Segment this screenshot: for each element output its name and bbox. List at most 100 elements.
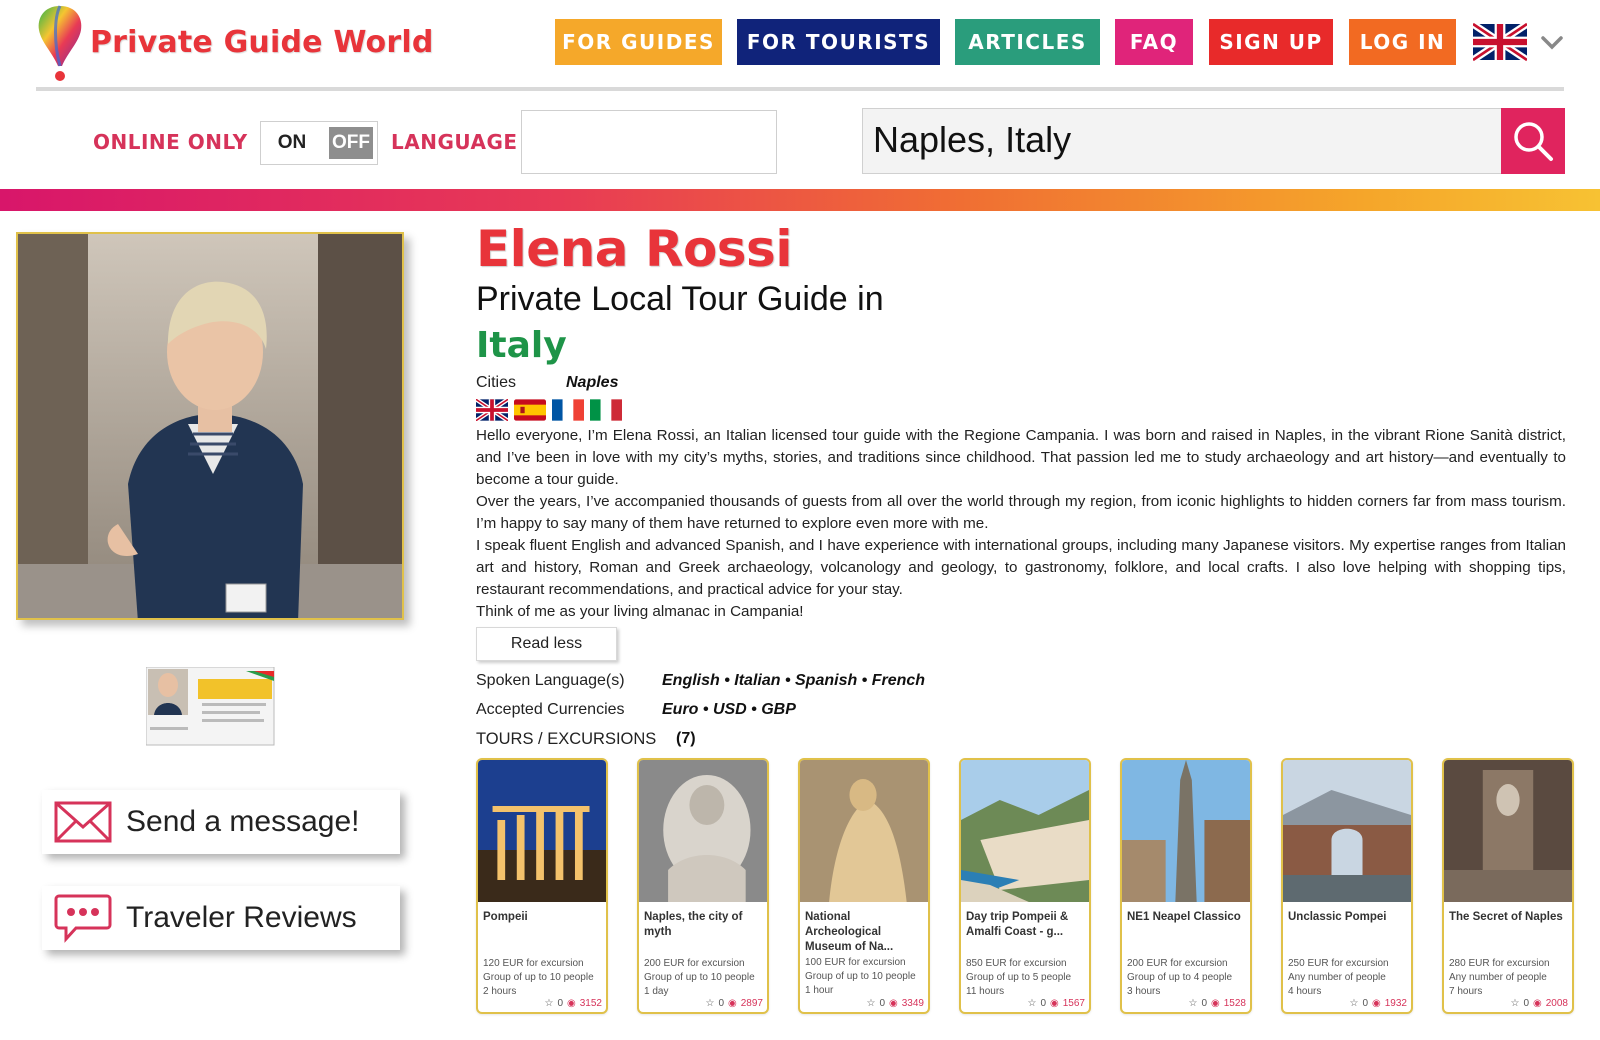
currencies-label: Accepted Currencies [476,701,625,718]
rainbow-divider [0,189,1600,211]
tour-stats: ☆ 0 ◉ 3349 [866,998,924,1009]
tour-title: Naples, the city of myth [644,911,743,938]
nav-log-in[interactable]: LOG IN [1349,19,1456,65]
eye-icon: ◉ [567,998,576,1009]
tour-details: 850 EUR for excursion Group of up to 5 p… [966,957,1089,999]
tour-title: Pompeii [483,911,528,923]
language-flags [476,399,622,421]
traveler-reviews-label: Traveler Reviews [126,901,357,934]
tour-stars: 0 [1362,998,1369,1009]
uk-flag-icon [476,399,508,421]
tour-image [1122,760,1250,902]
nav-for-tourists[interactable]: FOR TOURISTS [737,19,940,65]
languages-value: English • Italian • Spanish • French [662,672,926,689]
tour-stars: 0 [557,998,564,1009]
tour-group: Group of up to 10 people [805,971,916,982]
tour-stars: 0 [1201,998,1208,1009]
tour-card[interactable]: Pompeii 120 EUR for excursion Group of u… [476,758,608,1014]
tour-title: The Secret of Naples [1449,911,1563,923]
tour-views: 2008 [1545,998,1568,1009]
tour-card[interactable]: NE1 Neapel Classico 200 EUR for excursio… [1120,758,1252,1014]
tour-duration: 4 hours [1288,986,1322,997]
tour-group: Any number of people [1449,972,1547,983]
eye-icon: ◉ [1211,998,1220,1009]
nav-for-guides[interactable]: FOR GUIDES [555,19,722,65]
tour-stars: 0 [1523,998,1530,1009]
tour-group: Group of up to 10 people [483,972,594,983]
tour-details: 200 EUR for excursion Group of up to 4 p… [1127,957,1250,999]
tour-details: 100 EUR for excursion Group of up to 10 … [805,956,928,998]
tour-views: 3152 [579,998,602,1009]
nav-sign-up[interactable]: SIGN UP [1209,19,1333,65]
tour-card[interactable]: Day trip Pompeii & Amalfi Coast - g... 8… [959,758,1091,1014]
send-message-button[interactable]: Send a message! [42,790,400,854]
tour-duration: 1 day [644,986,669,997]
guide-portrait-image [18,234,402,618]
tour-details: 250 EUR for excursion Any number of peop… [1288,957,1411,999]
tour-title: NE1 Neapel Classico [1127,911,1241,923]
tour-views: 1528 [1223,998,1246,1009]
tour-details: 280 EUR for excursion Any number of peop… [1449,957,1572,999]
star-icon: ☆ [705,998,715,1009]
tour-card[interactable]: The Secret of Naples 280 EUR for excursi… [1442,758,1574,1014]
tour-stats: ☆ 0 ◉ 1932 [1349,998,1407,1009]
bio-paragraph: Think of me as your living almanac in Ca… [476,603,804,620]
traveler-reviews-button[interactable]: Traveler Reviews [42,886,400,950]
online-only-label: ONLINE ONLY [93,130,248,154]
tour-card[interactable]: National Archeological Museum of Na... 1… [798,758,930,1014]
license-card-image [145,666,275,746]
tour-stars: 0 [1040,998,1047,1009]
chevron-down-icon[interactable] [1540,30,1564,54]
tour-duration: 2 hours [483,986,517,997]
bio-paragraph: I speak fluent English and advanced Span… [476,537,1566,598]
chat-bubble-icon [54,894,112,943]
search-input[interactable]: Naples, Italy [862,108,1502,174]
search-filter-bar: ONLINE ONLY ON OFF LANGUAGE Naples, Ital… [0,105,1600,177]
tour-price: 200 EUR for excursion [1127,958,1228,969]
languages-label: Spoken Language(s) [476,672,625,689]
tours-count: (7) [676,730,696,747]
cities-value[interactable]: Naples [566,374,618,392]
tour-title: Day trip Pompeii & Amalfi Coast - g... [966,911,1069,938]
tour-image [639,760,767,902]
online-only-toggle[interactable]: ON OFF [260,121,378,165]
eye-icon: ◉ [889,998,898,1009]
tour-stats: ☆ 0 ◉ 2897 [705,998,763,1009]
tour-group: Any number of people [1288,972,1386,983]
send-message-label: Send a message! [126,805,360,838]
tour-price: 120 EUR for excursion [483,958,584,969]
tour-duration: 11 hours [966,986,1005,997]
tour-price: 850 EUR for excursion [966,958,1067,969]
language-label: LANGUAGE [391,130,518,154]
tour-stats: ☆ 0 ◉ 1528 [1188,998,1246,1009]
tours-label: TOURS / EXCURSIONS [476,730,657,748]
guide-country[interactable]: Italy [476,325,567,366]
tour-views: 1932 [1384,998,1407,1009]
star-icon: ☆ [866,998,876,1009]
uk-flag-icon[interactable] [1473,22,1527,62]
header-divider [36,87,1564,91]
cities-label: Cities [476,374,517,391]
tour-image [961,760,1089,902]
tour-details: 200 EUR for excursion Group of up to 10 … [644,957,767,999]
tour-stats: ☆ 0 ◉ 1567 [1027,998,1085,1009]
read-less-button[interactable]: Read less [476,627,617,661]
spain-flag-icon [514,399,546,421]
nav-faq[interactable]: FAQ [1115,19,1193,65]
tour-title: Unclassic Pompei [1288,911,1387,923]
bio-paragraph: Over the years, I’ve accompanied thousan… [476,493,1566,532]
tour-duration: 3 hours [1127,986,1161,997]
site-logo[interactable]: Private Guide World [36,4,434,84]
tour-stars: 0 [718,998,725,1009]
guide-bio: Hello everyone, I’m Elena Rossi, an Ital… [476,425,1566,623]
tour-group: Group of up to 5 people [966,972,1072,983]
tour-card[interactable]: Unclassic Pompei 250 EUR for excursion A… [1281,758,1413,1014]
tour-image [1283,760,1411,902]
bio-paragraph: Hello everyone, I’m Elena Rossi, an Ital… [476,427,1566,488]
search-button[interactable] [1501,108,1565,174]
tour-price: 100 EUR for excursion [805,957,906,968]
nav-articles[interactable]: ARTICLES [955,19,1100,65]
guide-license-card[interactable] [145,666,276,747]
tour-card[interactable]: Naples, the city of myth 200 EUR for exc… [637,758,769,1014]
language-input[interactable] [521,110,777,174]
